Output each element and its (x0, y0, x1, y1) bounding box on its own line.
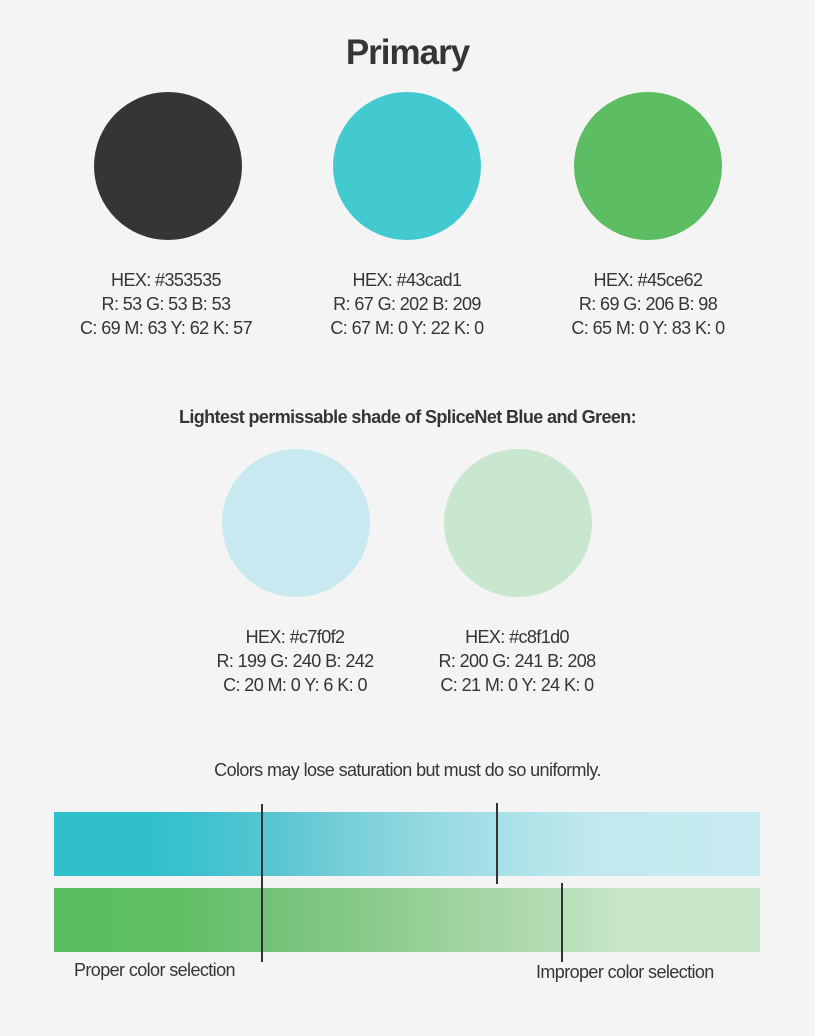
swatch-splicenet-green (574, 92, 722, 240)
spec-splicenet-blue: HEX: #43cad1 R: 67 G: 202 B: 209 C: 67 M… (287, 268, 527, 340)
lightest-shade-heading: Lightest permissable shade of SpliceNet … (178, 407, 637, 427)
blue-gradient-bar (54, 812, 760, 876)
hex-value: HEX: #43cad1 (352, 270, 462, 290)
rgb-value: R: 53 G: 53 B: 53 (101, 294, 231, 314)
hex-value: HEX: #45ce62 (593, 270, 703, 290)
saturation-note: Colors may lose saturation but must do s… (214, 760, 601, 780)
rgb-value: R: 69 G: 206 B: 98 (578, 294, 718, 314)
rgb-value: R: 199 G: 240 B: 242 (216, 651, 374, 671)
hex-value: HEX: #c8f1d0 (465, 627, 569, 647)
improper-selection-label: Improper color selection (536, 962, 714, 982)
cmyk-value: C: 20 M: 0 Y: 6 K: 0 (223, 675, 367, 695)
cmyk-value: C: 69 M: 63 Y: 62 K: 57 (80, 318, 253, 338)
cmyk-value: C: 65 M: 0 Y: 83 K: 0 (571, 318, 725, 338)
cmyk-value: C: 21 M: 0 Y: 24 K: 0 (440, 675, 594, 695)
proper-selection-label: Proper color selection (74, 960, 235, 980)
spec-dark-gray: HEX: #353535 R: 53 G: 53 B: 53 C: 69 M: … (46, 268, 286, 340)
green-gradient-bar (54, 888, 760, 952)
cmyk-value: C: 67 M: 0 Y: 22 K: 0 (330, 318, 484, 338)
page-title: Primary (345, 33, 470, 72)
hex-value: HEX: #353535 (111, 270, 221, 290)
swatch-lightest-green (444, 449, 592, 597)
swatch-dark-gray (94, 92, 242, 240)
hex-value: HEX: #c7f0f2 (245, 627, 345, 647)
improper-green-marker (561, 883, 563, 962)
spec-lightest-green: HEX: #c8f1d0 R: 200 G: 241 B: 208 C: 21 … (397, 625, 637, 697)
spec-splicenet-green: HEX: #45ce62 R: 69 G: 206 B: 98 C: 65 M:… (528, 268, 768, 340)
improper-blue-marker (496, 803, 498, 884)
swatch-splicenet-blue (333, 92, 481, 240)
swatch-lightest-blue (222, 449, 370, 597)
spec-lightest-blue: HEX: #c7f0f2 R: 199 G: 240 B: 242 C: 20 … (175, 625, 415, 697)
proper-selection-marker (261, 804, 263, 962)
rgb-value: R: 67 G: 202 B: 209 (333, 294, 481, 314)
rgb-value: R: 200 G: 241 B: 208 (438, 651, 596, 671)
